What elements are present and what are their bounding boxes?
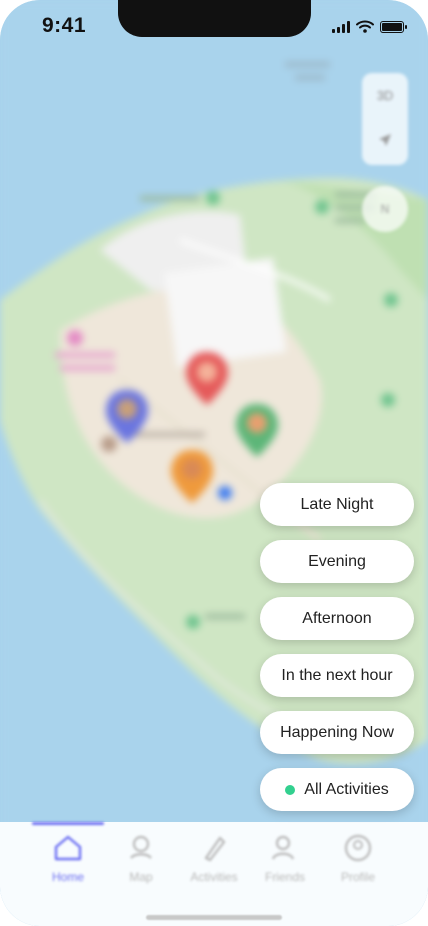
current-location-dot — [218, 486, 232, 500]
compass-button[interactable]: N — [362, 186, 408, 232]
active-tab-indicator — [32, 822, 104, 825]
tab-map[interactable]: Map — [105, 832, 177, 884]
map-controls: 3D — [362, 73, 408, 165]
friends-icon — [271, 835, 295, 860]
activities-icon — [204, 836, 226, 862]
tab-label: Activities — [190, 870, 238, 884]
tab-profile[interactable]: Profile — [322, 832, 394, 884]
tab-label: Home — [51, 870, 84, 884]
home-indicator — [146, 915, 282, 920]
profile-icon — [344, 834, 372, 862]
battery-icon — [380, 20, 407, 33]
filter-label: Happening Now — [280, 723, 394, 741]
cellular-signal-icon — [332, 20, 350, 33]
active-dot-icon — [285, 784, 296, 795]
filter-afternoon-button[interactable]: Afternoon — [260, 597, 414, 640]
status-icons — [332, 20, 407, 33]
filter-label: Afternoon — [302, 609, 372, 627]
status-bar: 9:41 — [0, 0, 428, 54]
3d-view-button[interactable]: 3D — [377, 88, 394, 103]
status-time: 9:41 — [42, 14, 87, 37]
tab-friends[interactable]: Friends — [249, 832, 321, 884]
map-icon — [130, 835, 152, 859]
compass-label: N — [380, 202, 390, 216]
tab-activities[interactable]: Activities — [178, 832, 250, 884]
tab-label: Profile — [340, 870, 375, 884]
phone-screen: 3D N 9:41 Late Night Evening Afternoon I… — [0, 0, 428, 926]
wifi-icon — [356, 20, 374, 33]
home-icon — [54, 835, 82, 861]
notch — [118, 0, 311, 37]
filter-all-activities-button[interactable]: All Activities — [260, 768, 414, 811]
filter-next-hour-button[interactable]: In the next hour — [260, 654, 414, 697]
filter-label: Late Night — [300, 495, 374, 513]
filter-label: Evening — [308, 552, 366, 570]
location-arrow-icon[interactable] — [377, 132, 393, 151]
tab-bar: Home Map Activities Friends Profile — [0, 822, 428, 926]
filter-happening-now-button[interactable]: Happening Now — [260, 711, 414, 754]
filter-label: In the next hour — [281, 666, 393, 684]
filter-evening-button[interactable]: Evening — [260, 540, 414, 583]
filter-label: All Activities — [304, 780, 389, 798]
tab-label: Friends — [264, 870, 305, 884]
filter-late-night-button[interactable]: Late Night — [260, 483, 414, 526]
tab-label: Map — [129, 870, 153, 884]
tab-home[interactable]: Home — [32, 832, 104, 884]
